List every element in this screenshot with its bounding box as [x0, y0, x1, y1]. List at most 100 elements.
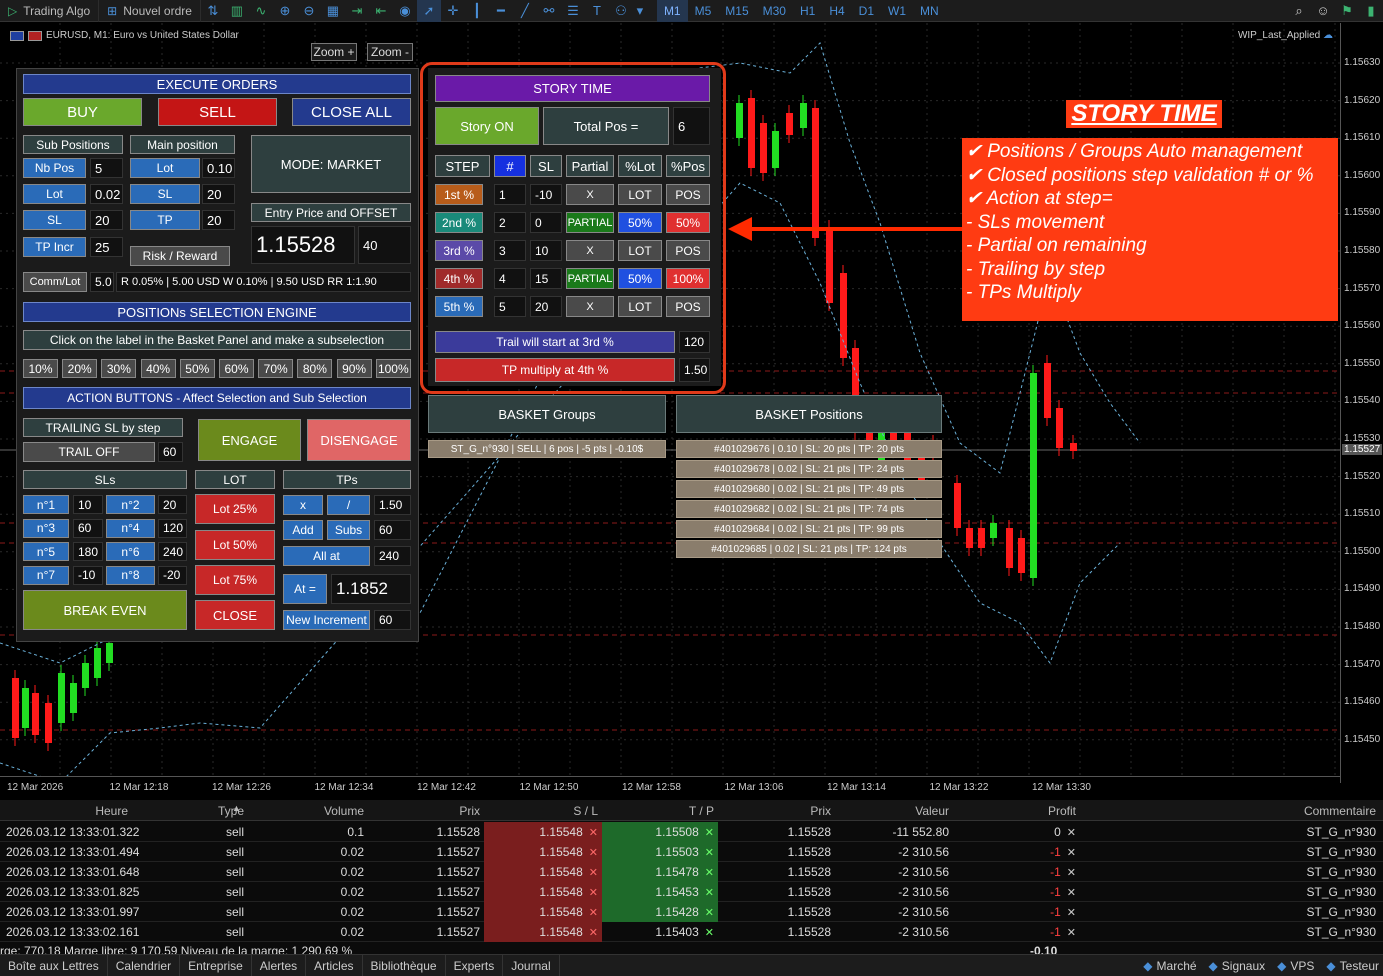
- sl-step-value[interactable]: 10: [73, 495, 103, 514]
- buy-button[interactable]: BUY: [23, 98, 142, 126]
- shift-icon[interactable]: ⇤: [369, 0, 393, 22]
- screenshot-icon[interactable]: ◉: [393, 0, 417, 22]
- cell-tp[interactable]: 1.15478 ✕: [602, 862, 718, 882]
- close-button[interactable]: CLOSE: [195, 600, 275, 630]
- zoom-in-icon[interactable]: ⊕: [273, 0, 297, 22]
- tp-all-at-value[interactable]: 240: [374, 546, 411, 566]
- tp-divide-button[interactable]: /: [327, 495, 370, 515]
- horizontal-line-icon[interactable]: ━: [489, 0, 513, 22]
- account-icon[interactable]: ☺: [1311, 0, 1335, 22]
- cell-tp[interactable]: 1.15403 ✕: [602, 922, 718, 942]
- autoscroll-icon[interactable]: ⇥: [345, 0, 369, 22]
- vertical-line-icon[interactable]: ┃: [465, 0, 489, 22]
- close-icon[interactable]: ✕: [589, 886, 598, 899]
- close-icon[interactable]: ✕: [1067, 866, 1076, 879]
- percent-30-button[interactable]: 30%: [101, 359, 137, 378]
- sl-step-value[interactable]: 60: [73, 518, 103, 538]
- new-order-button[interactable]: ⊞ Nouvel ordre: [99, 0, 201, 22]
- sub-sl-value[interactable]: 20: [90, 210, 123, 230]
- bottom-tab[interactable]: Articles: [306, 954, 363, 976]
- time-axis[interactable]: 12 Mar 2026 12 Mar 12:18 12 Mar 12:26 12 Ma…: [0, 776, 1340, 798]
- sl-step-value[interactable]: 180: [73, 542, 103, 561]
- close-icon[interactable]: ✕: [589, 826, 598, 839]
- timeframe-d1[interactable]: D1: [852, 0, 881, 22]
- timeframe-h4[interactable]: H4: [822, 0, 851, 22]
- close-icon[interactable]: ✕: [1067, 846, 1076, 859]
- sl-step-button[interactable]: n°7: [23, 565, 69, 585]
- cell-sl[interactable]: 1.15548 ✕: [484, 842, 602, 862]
- bottom-tab[interactable]: Alertes: [252, 954, 307, 976]
- timeframe-m30[interactable]: M30: [756, 0, 793, 22]
- new-increment-button[interactable]: New Increment: [283, 610, 370, 630]
- percent-60-button[interactable]: 60%: [219, 359, 254, 378]
- sl-step-button[interactable]: n°3: [23, 518, 69, 538]
- cell-tp[interactable]: 1.15503 ✕: [602, 842, 718, 862]
- percent-50-button[interactable]: 50%: [179, 359, 215, 378]
- cell-sl[interactable]: 1.15548 ✕: [484, 922, 602, 942]
- tp-subs-button[interactable]: Subs: [327, 520, 370, 540]
- table-row[interactable]: 2026.03.12 13:33:01.825 sell 0.02 1.15527 1.…: [0, 882, 1383, 902]
- bottom-tab[interactable]: Experts: [446, 954, 504, 976]
- trendline-icon[interactable]: ╱: [513, 0, 537, 22]
- grid-icon[interactable]: ▦: [321, 0, 345, 22]
- cell-sl[interactable]: 1.15548 ✕: [484, 902, 602, 922]
- timeframe-m5[interactable]: M5: [688, 0, 719, 22]
- sl-step-button[interactable]: n°6: [106, 542, 155, 561]
- engage-button[interactable]: ENGAGE: [198, 419, 301, 461]
- sl-step-value[interactable]: 20: [158, 495, 187, 514]
- sl-step-value[interactable]: -20: [158, 565, 187, 585]
- col-header[interactable]: Valeur: [835, 800, 953, 821]
- cell-tp[interactable]: 1.15453 ✕: [602, 882, 718, 902]
- fibo-icon[interactable]: ☰: [561, 0, 585, 22]
- close-icon[interactable]: ✕: [705, 886, 714, 899]
- bar-chart-icon[interactable]: ▥: [225, 0, 249, 22]
- nb-pos-value[interactable]: 5: [90, 158, 123, 178]
- tp-all-at-button[interactable]: All at: [283, 546, 370, 566]
- close-icon[interactable]: ✕: [1067, 906, 1076, 919]
- cursor-icon[interactable]: ➚: [416, 0, 441, 22]
- bottom-tab[interactable]: Calendrier: [108, 954, 181, 976]
- status-vps[interactable]: ◆ VPS: [1277, 959, 1314, 973]
- shapes-icon[interactable]: ⚇: [609, 0, 633, 22]
- col-header[interactable]: Prix: [718, 800, 835, 821]
- sl-step-value[interactable]: 120: [158, 518, 187, 538]
- basket-position-row[interactable]: #401029680 | 0.02 | SL: 21 pts | TP: 49 …: [676, 480, 942, 498]
- search-icon[interactable]: ⌕: [1287, 0, 1311, 22]
- trading-algo-button[interactable]: ▷ Trading Algo: [0, 0, 100, 22]
- close-icon[interactable]: ✕: [589, 866, 598, 879]
- cell-sl[interactable]: 1.15548 ✕: [484, 882, 602, 902]
- percent-70-button[interactable]: 70%: [258, 359, 294, 378]
- main-tp-value[interactable]: 20: [202, 210, 235, 230]
- disengage-button[interactable]: DISENGAGE: [307, 419, 411, 461]
- col-header[interactable]: Prix: [368, 800, 484, 821]
- table-row[interactable]: 2026.03.12 13:33:01.322 sell 0.1 1.15528 1.1…: [0, 822, 1383, 842]
- tp-at-value[interactable]: 1.1852: [331, 574, 411, 604]
- close-icon[interactable]: ✕: [589, 846, 598, 859]
- close-icon[interactable]: ✕: [705, 866, 714, 879]
- bottom-tab[interactable]: Bibliothèque: [363, 954, 446, 976]
- sl-step-button[interactable]: n°8: [106, 565, 155, 585]
- table-row[interactable]: 2026.03.12 13:33:01.648 sell 0.02 1.15527 1.…: [0, 862, 1383, 882]
- status-signaux[interactable]: ◆ Signaux: [1209, 959, 1266, 973]
- bottom-tab[interactable]: Entreprise: [180, 954, 252, 976]
- sl-step-value[interactable]: 240: [158, 542, 187, 561]
- timeframe-m1[interactable]: M1: [656, 0, 688, 22]
- close-icon[interactable]: ✕: [705, 826, 714, 839]
- close-icon[interactable]: ✕: [1067, 886, 1076, 899]
- close-icon[interactable]: ✕: [589, 906, 598, 919]
- status-marché[interactable]: ◆ Marché: [1143, 959, 1196, 973]
- cell-tp[interactable]: 1.15428 ✕: [602, 902, 718, 922]
- close-icon[interactable]: ✕: [589, 926, 598, 939]
- percent-40-button[interactable]: 40%: [140, 359, 176, 378]
- lot-50-button[interactable]: Lot 50%: [195, 530, 275, 560]
- new-increment-value[interactable]: 60: [374, 610, 411, 630]
- col-header[interactable]: T / P: [602, 800, 718, 821]
- close-icon[interactable]: ✕: [705, 926, 714, 939]
- sl-step-button[interactable]: n°2: [106, 495, 155, 514]
- basket-position-row[interactable]: #401029685 | 0.02 | SL: 21 pts | TP: 124…: [676, 540, 942, 558]
- lot-75-button[interactable]: Lot 75%: [195, 565, 275, 595]
- trail-value[interactable]: 60: [158, 442, 183, 462]
- trail-off-button[interactable]: TRAIL OFF: [23, 442, 155, 462]
- zoom-out-icon[interactable]: ⊖: [297, 0, 321, 22]
- sl-step-button[interactable]: n°1: [23, 495, 69, 514]
